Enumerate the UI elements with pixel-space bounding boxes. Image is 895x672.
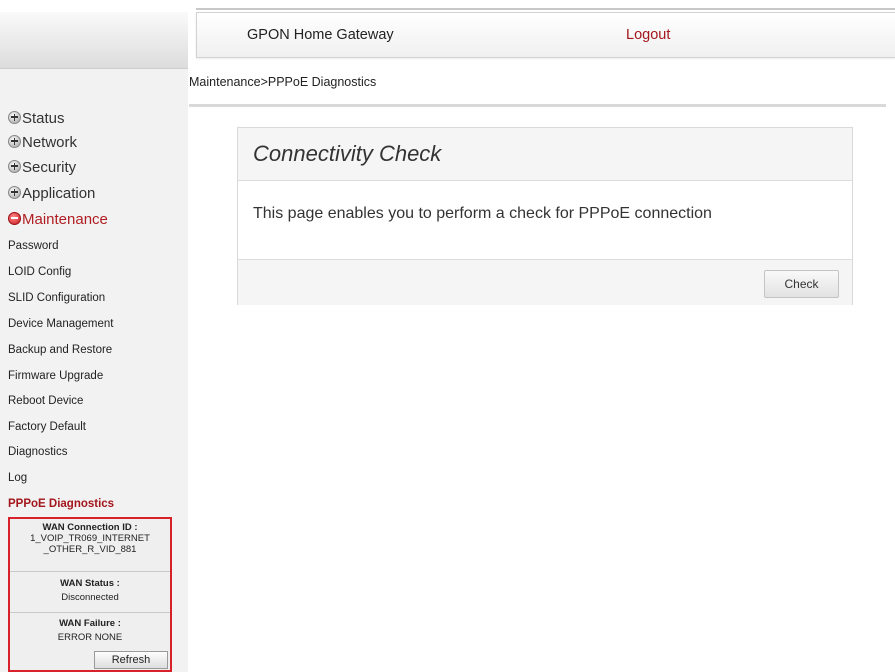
panel-description: This page enables you to perform a check… [253,205,712,222]
submenu-pppoe-diagnostics[interactable]: PPPoE Diagnostics [8,495,114,513]
submenu-firmware-upgrade[interactable]: Firmware Upgrade [8,367,103,385]
logo-area [0,12,188,69]
breadcrumb: Maintenance>PPPoE Diagnostics [189,75,377,89]
menu-network[interactable]: Network [8,131,77,155]
plus-circle-icon [8,186,21,199]
plus-circle-icon [8,135,21,148]
wan-status-box: WAN Connection ID : 1_VOIP_TR069_INTERNE… [8,517,172,672]
submenu-factory-default[interactable]: Factory Default [8,418,86,436]
wan-failure-label: WAN Failure : [59,618,121,629]
wan-connection-id-section: WAN Connection ID : 1_VOIP_TR069_INTERNE… [10,522,170,555]
menu-security-label: Security [22,159,77,176]
breadcrumb-divider [189,104,886,107]
wan-connection-id-line1: 1_VOIP_TR069_INTERNET [30,533,150,544]
wan-status-section: WAN Status : Disconnected [10,578,170,603]
left-sidebar: Status Network Security Application Main… [0,12,188,672]
submenu-password[interactable]: Password [8,237,59,255]
submenu-loid-config[interactable]: LOID Config [8,263,71,281]
heading-underline [196,8,895,10]
submenu-log[interactable]: Log [8,469,27,487]
wan-connection-id-line2: _OTHER_R_VID_881 [43,544,137,555]
menu-application-label: Application [22,185,96,202]
top-header-bar: GPON Home Gateway Logout [196,12,895,58]
refresh-button[interactable]: Refresh [94,651,168,669]
gateway-title: GPON Home Gateway [247,27,394,43]
logout-link[interactable]: Logout [626,27,670,43]
plus-circle-icon [8,160,21,173]
menu-security[interactable]: Security [8,156,76,180]
wan-failure-value: ERROR NONE [57,632,123,643]
menu-status-label: Status [22,110,65,127]
divider [10,612,170,613]
menu-maintenance-label: Maintenance [22,211,108,228]
wan-status-value: Disconnected [61,592,119,603]
panel-title: Connectivity Check [253,141,442,166]
submenu-backup-restore[interactable]: Backup and Restore [8,341,112,359]
menu-network-label: Network [22,134,78,151]
submenu-slid-configuration[interactable]: SLID Configuration [8,289,105,307]
wan-connection-id-label: WAN Connection ID : [42,522,138,533]
menu-application[interactable]: Application [8,182,95,206]
check-button[interactable]: Check [764,270,839,298]
minus-circle-icon [8,212,21,225]
divider [10,571,170,572]
submenu-device-management[interactable]: Device Management [8,315,113,333]
wan-status-label: WAN Status : [60,578,120,589]
menu-maintenance[interactable]: Maintenance [8,208,108,232]
submenu-diagnostics[interactable]: Diagnostics [8,443,67,461]
panel-header: Connectivity Check [238,128,852,181]
connectivity-check-panel: Connectivity Check This page enables you… [237,127,853,305]
submenu-reboot-device[interactable]: Reboot Device [8,392,83,410]
wan-failure-section: WAN Failure : ERROR NONE [10,618,170,643]
cropped-page-heading [0,0,895,12]
menu-status[interactable]: Status [8,107,65,131]
panel-footer: Check [238,259,852,305]
plus-circle-icon [8,111,21,124]
